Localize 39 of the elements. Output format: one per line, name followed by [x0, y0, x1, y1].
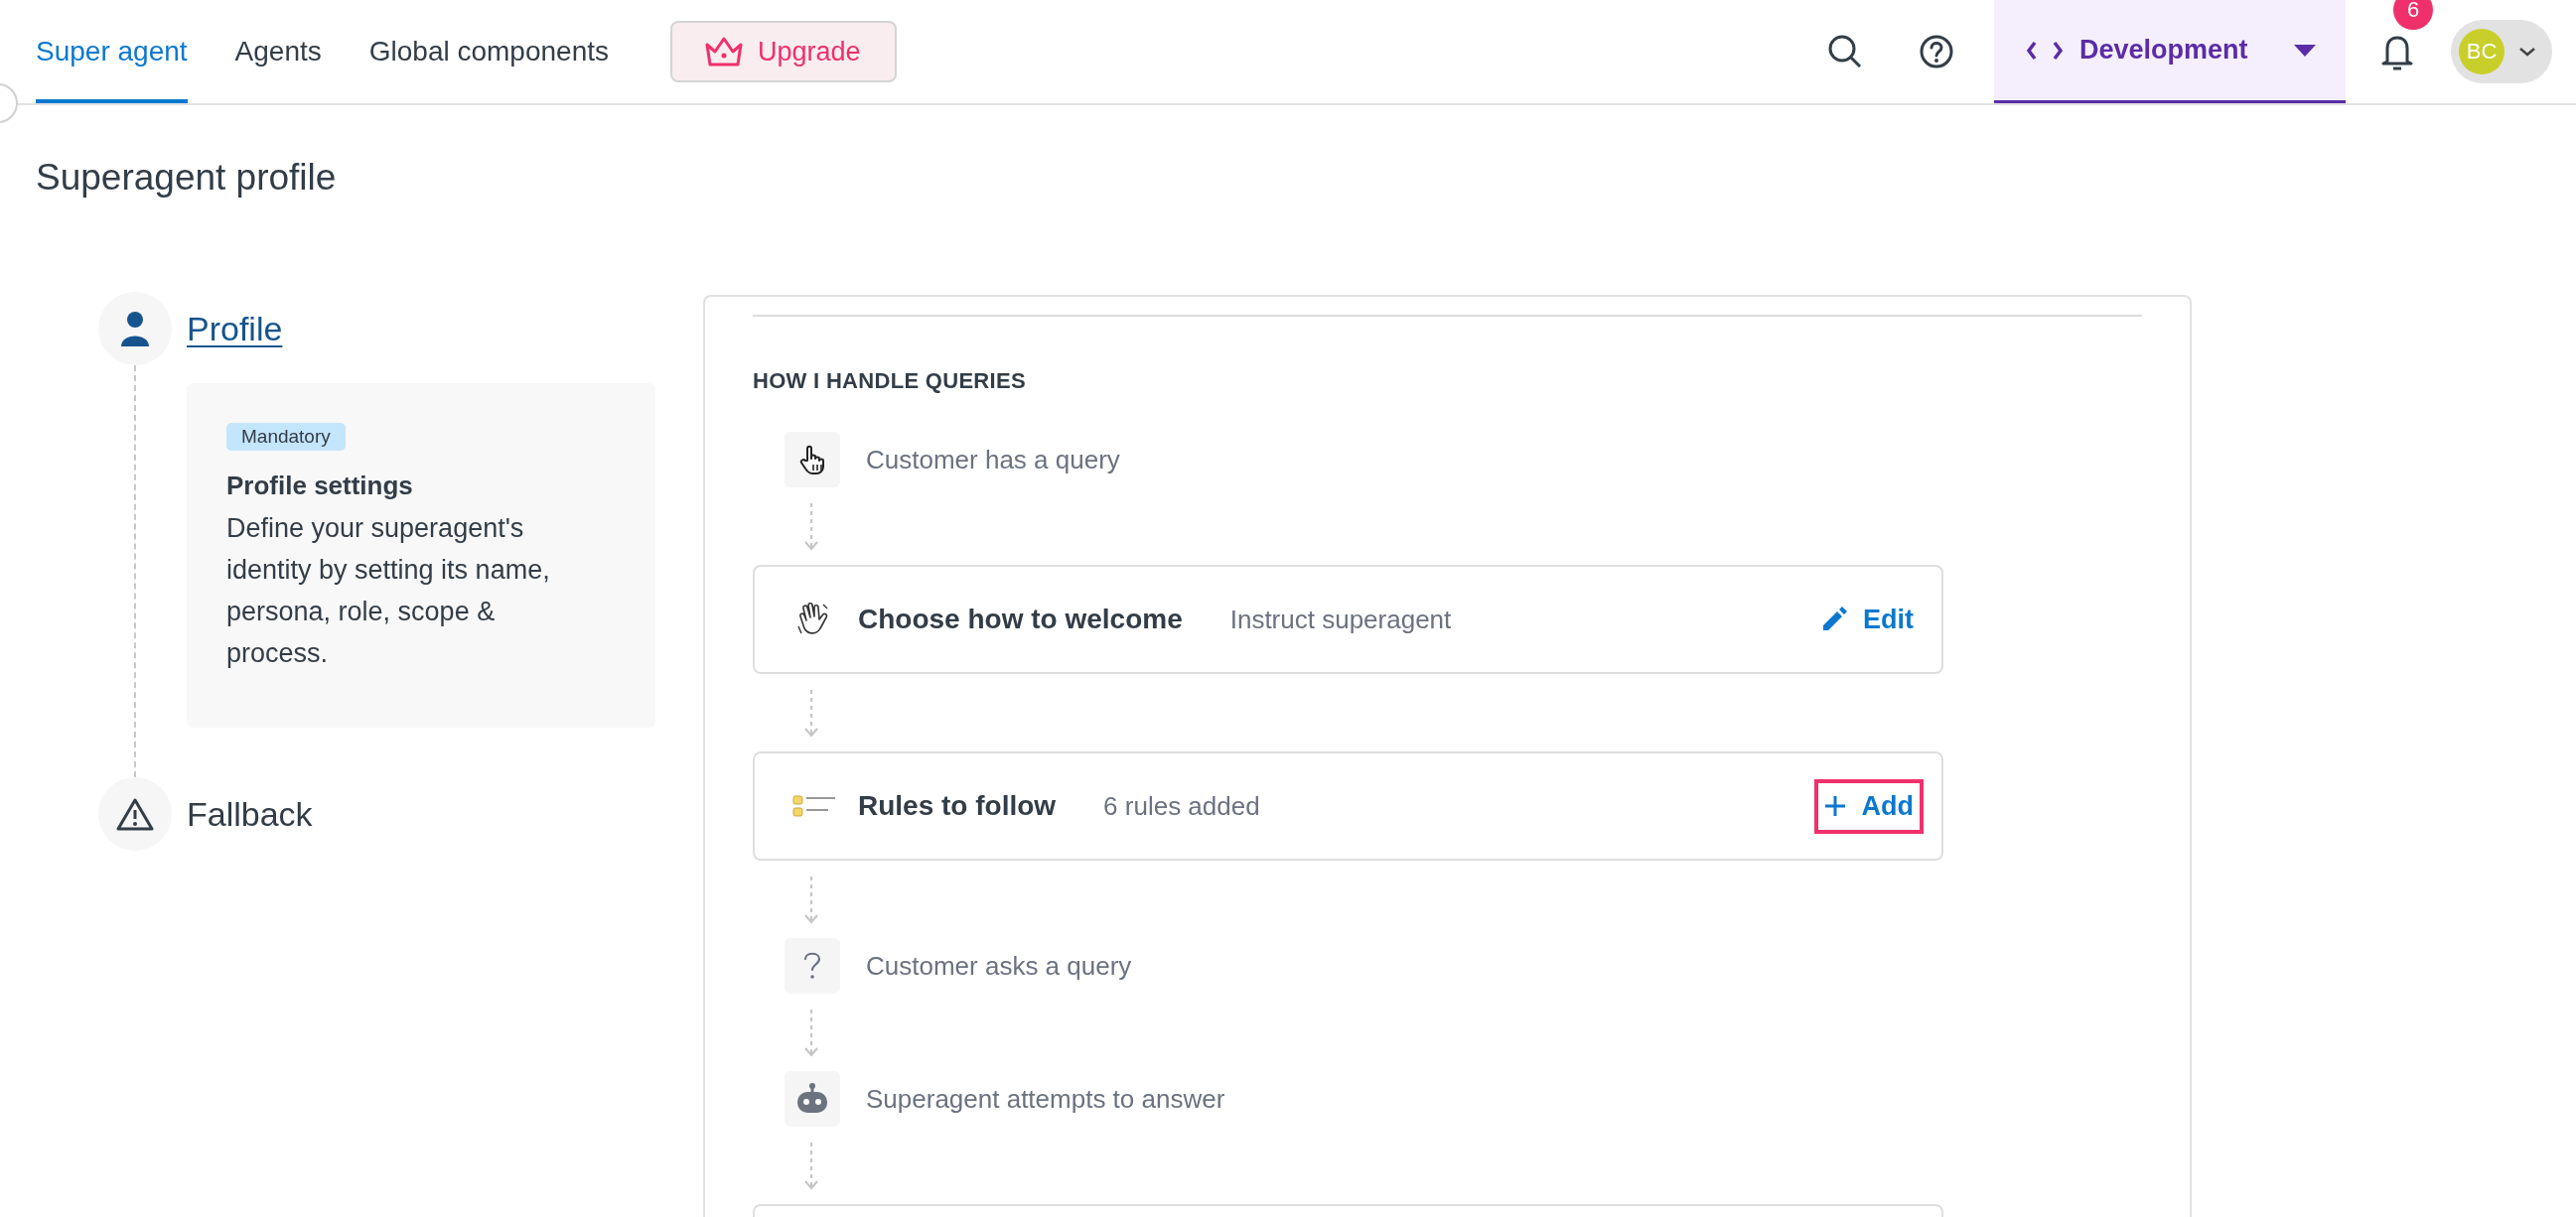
help-button[interactable] [1919, 34, 1954, 69]
settings-description: Define your superagent's identity by setting its name, persona, role, scope & process. [226, 512, 551, 670]
notification-badge: 6 [2393, 0, 2433, 30]
list-icon [792, 793, 836, 819]
step-link[interactable]: Fallback [187, 794, 313, 834]
pointer-hand-icon [798, 445, 826, 474]
card-subtitle: 6 rules added [1103, 790, 1261, 822]
user-avatar: BC [2459, 29, 2504, 74]
upgrade-button[interactable]: Upgrade [670, 21, 897, 82]
flow-step-text: Customer asks a query [866, 950, 1132, 982]
card-title: Choose how to welcome [858, 604, 1183, 635]
environment-dropdown[interactable]: Development [1994, 0, 2346, 103]
caret-icon [2294, 44, 2316, 57]
flow-step-text: Superagent attempts to answer [866, 1083, 1225, 1115]
person-icon [120, 311, 150, 346]
plus-icon [1823, 795, 1846, 817]
warning-icon [116, 797, 154, 831]
code-icon [2026, 39, 2064, 62]
section-heading: HOW I HANDLE QUERIES [753, 368, 1027, 394]
edit-button[interactable]: Edit [1811, 592, 1924, 647]
search-button[interactable] [1827, 34, 1863, 69]
pencil-icon [1821, 607, 1847, 632]
step-link[interactable]: Profile [187, 309, 283, 348]
nav-tab[interactable]: Global components [368, 0, 609, 103]
help-icon [1919, 34, 1954, 69]
nav-tab[interactable]: Agents [234, 0, 322, 103]
add-button[interactable]: Add [1813, 778, 1924, 834]
question-mark-icon [801, 951, 823, 981]
chevron-down-icon [2518, 47, 2536, 57]
crown-icon [704, 35, 744, 68]
search-icon [1827, 34, 1863, 69]
robot-icon [795, 1083, 829, 1115]
settings-title: Profile settings [226, 471, 413, 501]
page-title: Superagent profile [36, 156, 338, 200]
card-subtitle: Instruct superagent [1229, 604, 1453, 635]
mandatory-tag: Mandatory [226, 423, 346, 451]
card-title: Rules to follow [858, 790, 1057, 822]
flow-step-text: Customer has a query [866, 444, 1120, 475]
nav-tab[interactable]: Super agent [36, 0, 188, 103]
